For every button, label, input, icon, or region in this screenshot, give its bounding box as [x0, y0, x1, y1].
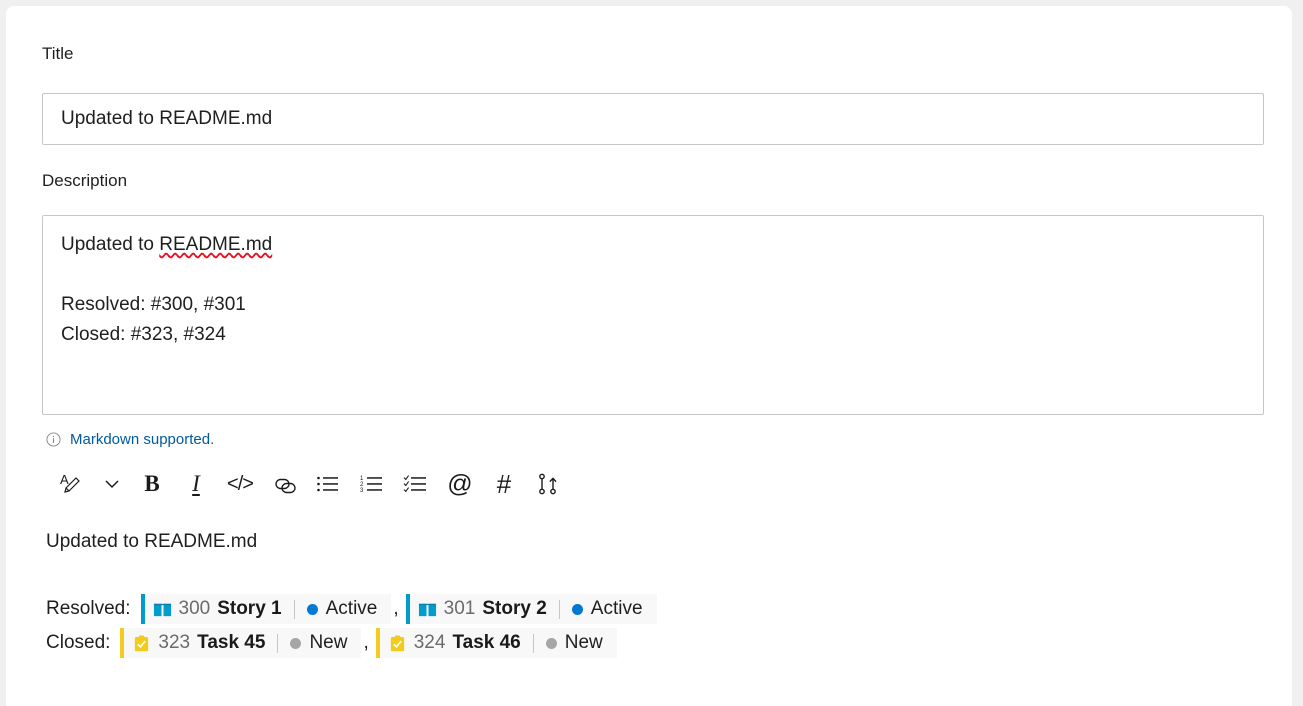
description-editor[interactable]: Updated to README.md Resolved: #300, #30… — [42, 215, 1264, 415]
bulleted-list-icon[interactable] — [306, 463, 350, 505]
work-item-type-accent-bar — [140, 594, 145, 624]
description-line-3: Resolved: #300, #301 — [61, 294, 246, 315]
book-icon — [153, 600, 172, 619]
work-item-chip[interactable]: 324 Task 46 New — [375, 628, 617, 658]
work-item-type-accent-bar — [120, 628, 125, 658]
preview-heading: Updated to README.md — [46, 531, 258, 552]
link-icon[interactable] — [262, 463, 306, 505]
markdown-supported-link[interactable]: Markdown supported. — [70, 431, 214, 448]
hashtag-icon[interactable]: # — [482, 463, 526, 505]
title-field-label: Title — [42, 44, 74, 63]
work-item-type-accent-bar — [375, 628, 380, 658]
description-line-4: Closed: #323, #324 — [61, 324, 226, 345]
work-item-chip[interactable]: 301 Story 2 Active — [405, 594, 657, 624]
work-item-id: 324 — [413, 632, 446, 653]
description-line-1: Updated to README.md — [61, 230, 1245, 260]
spell-error-readme: README.md — [159, 234, 273, 255]
work-item-title: Story 2 — [482, 598, 547, 619]
description-blank-line — [61, 260, 1245, 290]
chip-divider — [532, 633, 534, 653]
font-color-icon[interactable]: A — [50, 463, 94, 505]
pull-request-icon[interactable] — [526, 463, 570, 505]
closed-label: Closed: — [46, 632, 111, 653]
work-item-type-accent-bar — [405, 594, 410, 624]
checklist-icon[interactable] — [394, 463, 438, 505]
clipboard-check-icon — [388, 634, 407, 653]
markdown-toolbar: A B I </> 1 2 3 @ # — [50, 461, 570, 507]
svg-text:3: 3 — [360, 488, 364, 494]
work-item-state: Active — [590, 598, 643, 619]
chevron-down-icon[interactable] — [94, 463, 130, 505]
work-item-id: 300 — [178, 598, 211, 619]
chip-divider — [293, 599, 295, 619]
work-item-form-panel: Title Updated to README.md Description U… — [6, 6, 1292, 706]
bold-icon[interactable]: B — [130, 463, 174, 505]
mention-icon[interactable]: @ — [438, 463, 482, 505]
work-item-chip[interactable]: 300 Story 1 Active — [140, 594, 392, 624]
markdown-supported-note: Markdown supported. — [46, 431, 214, 448]
description-field-label: Description — [42, 171, 128, 190]
work-item-state: New — [564, 632, 603, 653]
italic-icon[interactable]: I — [174, 463, 218, 505]
code-icon[interactable]: </> — [218, 463, 262, 505]
work-item-title: Task 45 — [197, 632, 266, 653]
clipboard-check-icon — [132, 634, 151, 653]
description-line-1-plain: Updated to — [61, 234, 160, 255]
chip-divider — [558, 599, 560, 619]
numbered-list-icon[interactable]: 1 2 3 — [350, 463, 394, 505]
state-dot — [545, 637, 557, 649]
state-dot — [306, 603, 318, 615]
state-dot — [290, 637, 302, 649]
info-circle-icon — [46, 432, 61, 447]
work-item-title: Task 46 — [452, 632, 521, 653]
svg-text:A: A — [60, 472, 69, 487]
work-item-id: 323 — [158, 632, 191, 653]
chip-separator: , — [393, 598, 399, 619]
closed-chip-row: Closed: 323 Task 45 New , 324 Task 46 Ne… — [46, 628, 617, 658]
chip-divider — [277, 633, 279, 653]
book-icon — [418, 600, 437, 619]
work-item-id: 301 — [443, 598, 476, 619]
work-item-state: New — [309, 632, 348, 653]
chip-separator: , — [363, 632, 369, 653]
work-item-state: Active — [325, 598, 378, 619]
work-item-chip[interactable]: 323 Task 45 New — [120, 628, 362, 658]
resolved-label: Resolved: — [46, 598, 131, 619]
work-item-title: Story 1 — [217, 598, 282, 619]
resolved-chip-row: Resolved: 300 Story 1 Active , 301 Story… — [46, 594, 657, 624]
title-input[interactable]: Updated to README.md — [42, 93, 1264, 145]
state-dot — [571, 603, 583, 615]
